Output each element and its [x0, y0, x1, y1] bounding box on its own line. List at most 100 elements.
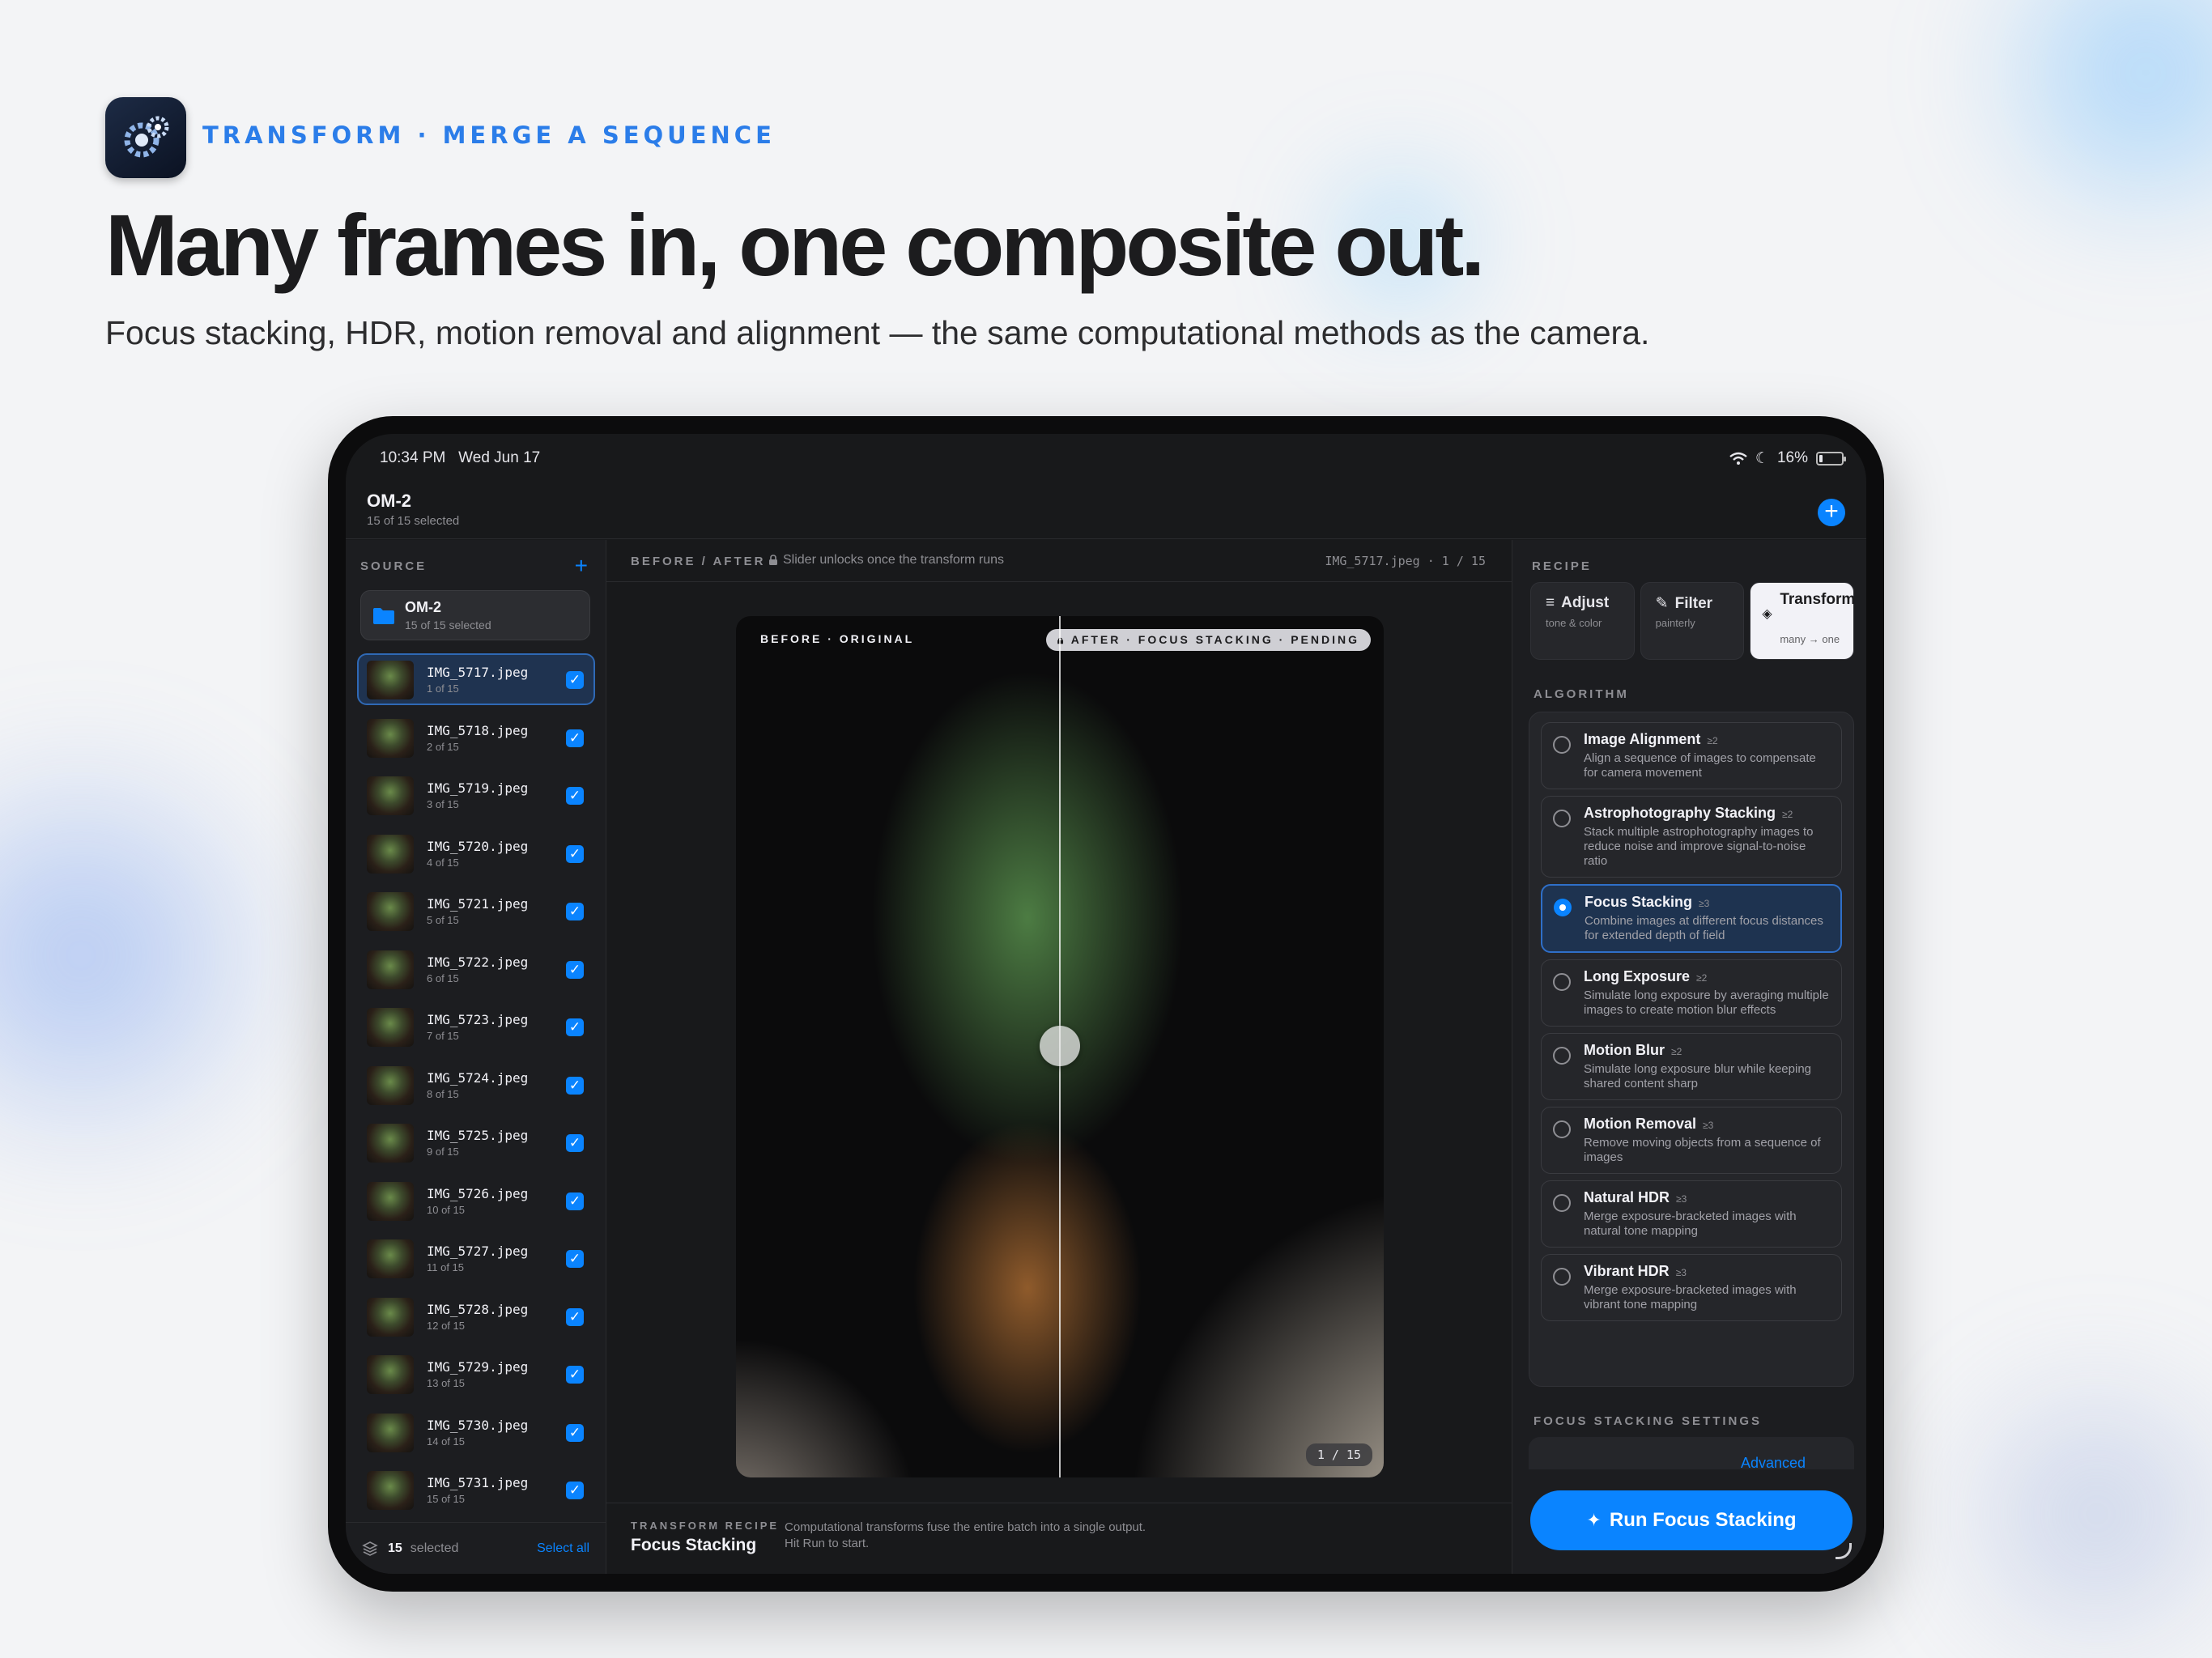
- file-checkbox[interactable]: ✓: [566, 1134, 584, 1152]
- algorithm-option[interactable]: Focus Stacking ≥3 Combine images at differ…: [1541, 884, 1842, 953]
- thumbnail: [367, 950, 414, 989]
- file-checkbox[interactable]: ✓: [566, 1366, 584, 1384]
- source-subtitle: 15 of 15 selected: [405, 619, 491, 631]
- file-position: 12 of 15: [427, 1319, 465, 1332]
- tab-filter[interactable]: ✎ Filter painterly: [1640, 582, 1745, 660]
- file-position: 8 of 15: [427, 1087, 459, 1100]
- algorithm-option[interactable]: Image Alignment ≥2 Align a sequence of ima…: [1541, 722, 1842, 789]
- slider-handle[interactable]: [1040, 1026, 1080, 1066]
- file-list-item[interactable]: IMG_5721.jpeg 5 of 15 ✓: [357, 885, 595, 937]
- add-source-button[interactable]: +: [575, 553, 588, 579]
- brush-icon: ✎: [1655, 595, 1669, 612]
- file-list-item[interactable]: IMG_5727.jpeg 11 of 15 ✓: [357, 1232, 595, 1284]
- radio-button[interactable]: [1553, 1047, 1571, 1065]
- file-name: IMG_5727.jpeg: [427, 1244, 529, 1259]
- file-list-item[interactable]: IMG_5725.jpeg 9 of 15 ✓: [357, 1116, 595, 1168]
- radio-button[interactable]: [1553, 1268, 1571, 1286]
- file-name: IMG_5730.jpeg: [427, 1417, 529, 1433]
- algorithm-list: Image Alignment ≥2 Align a sequence of ima…: [1529, 712, 1854, 1387]
- radio-button[interactable]: [1553, 973, 1571, 991]
- file-checkbox[interactable]: ✓: [566, 729, 584, 747]
- checkmark-icon: ✓: [568, 788, 581, 803]
- file-list-item[interactable]: IMG_5717.jpeg 1 of 15 ✓: [357, 653, 595, 705]
- algorithm-option[interactable]: Motion Blur ≥2 Simulate long exposure blur…: [1541, 1033, 1842, 1100]
- add-button[interactable]: +: [1818, 499, 1845, 526]
- file-checkbox[interactable]: ✓: [566, 1192, 584, 1210]
- file-list-item[interactable]: IMG_5729.jpeg 13 of 15 ✓: [357, 1348, 595, 1400]
- file-list-item[interactable]: IMG_5718.jpeg 2 of 15 ✓: [357, 712, 595, 763]
- file-checkbox[interactable]: ✓: [566, 1018, 584, 1036]
- thumbnail: [367, 1124, 414, 1163]
- algorithm-min-frames: ≥2: [1707, 735, 1718, 746]
- checkmark-icon: ✓: [568, 1482, 581, 1498]
- file-checkbox[interactable]: ✓: [566, 844, 584, 863]
- algorithm-min-frames: ≥2: [1782, 809, 1793, 820]
- radio-button[interactable]: [1553, 1120, 1571, 1138]
- file-indicator: IMG_5717.jpeg · 1 / 15: [1325, 554, 1486, 568]
- radio-button[interactable]: [1554, 899, 1572, 916]
- algorithm-option[interactable]: Long Exposure ≥2 Simulate long exposure by…: [1541, 959, 1842, 1027]
- checkmark-icon: ✓: [568, 729, 581, 746]
- file-checkbox[interactable]: ✓: [566, 1482, 584, 1499]
- file-checkbox[interactable]: ✓: [566, 903, 584, 920]
- screen: 10:34 PM Wed Jun 17 ☾ 16% OM-2 15 of 15 …: [346, 434, 1866, 1574]
- thumbnail: [367, 1471, 414, 1510]
- file-checkbox[interactable]: ✓: [566, 787, 584, 805]
- algorithm-min-frames: ≥3: [1675, 1267, 1687, 1278]
- tab-transform[interactable]: ◈ Transform many → one: [1750, 582, 1855, 660]
- algorithm-option[interactable]: Astrophotography Stacking ≥2 Stack multipl…: [1541, 796, 1842, 878]
- file-name: IMG_5719.jpeg: [427, 780, 529, 796]
- radio-button[interactable]: [1553, 810, 1571, 827]
- source-card[interactable]: OM-2 15 of 15 selected: [360, 590, 590, 640]
- run-button[interactable]: ✦ Run Focus Stacking: [1530, 1490, 1853, 1550]
- thumbnail: [367, 1413, 414, 1452]
- file-list-item[interactable]: IMG_5731.jpeg 15 of 15 ✓: [357, 1464, 595, 1516]
- file-list-item[interactable]: IMG_5730.jpeg 14 of 15 ✓: [357, 1406, 595, 1458]
- file-name: IMG_5729.jpeg: [427, 1359, 529, 1375]
- file-list-item[interactable]: IMG_5719.jpeg 3 of 15 ✓: [357, 769, 595, 821]
- thumbnail: [367, 1008, 414, 1047]
- file-checkbox[interactable]: ✓: [566, 960, 584, 979]
- file-name: IMG_5723.jpeg: [427, 1012, 529, 1027]
- status-right: ☾ 16%: [1729, 449, 1846, 468]
- file-list-item[interactable]: IMG_5724.jpeg 8 of 15 ✓: [357, 1059, 595, 1111]
- algorithm-description: Merge exposure-bracketed images with nat…: [1584, 1209, 1797, 1238]
- checkmark-icon: ✓: [568, 672, 581, 687]
- file-position: 9 of 15: [427, 1146, 459, 1158]
- algorithm-option[interactable]: Natural HDR ≥3 Merge exposure-bracketed im…: [1541, 1180, 1842, 1248]
- before-label: BEFORE · ORIGINAL: [760, 632, 915, 645]
- algorithm-description: Simulate long exposure by averaging mult…: [1584, 988, 1829, 1017]
- algorithm-name: Focus Stacking: [1585, 894, 1693, 910]
- advanced-link[interactable]: Advanced: [1741, 1455, 1806, 1469]
- radio-button[interactable]: [1553, 1194, 1571, 1212]
- file-checkbox[interactable]: ✓: [566, 1423, 584, 1442]
- file-list: IMG_5717.jpeg 1 of 15 ✓ IMG_5718.jpeg 2 of 1…: [357, 653, 595, 1522]
- tab-adjust[interactable]: ≡ Adjust tone & color: [1530, 582, 1635, 660]
- file-checkbox[interactable]: ✓: [566, 1307, 584, 1326]
- nav-subtitle: 15 of 15 selected: [367, 514, 460, 528]
- recipe-section-label: RECIPE: [1532, 559, 1592, 573]
- source-name: OM-2: [405, 599, 441, 615]
- file-checkbox[interactable]: ✓: [566, 1076, 584, 1095]
- recipe-description: Computational transforms fuse the entire…: [785, 1520, 1146, 1550]
- file-position: 4 of 15: [427, 856, 459, 869]
- app-icon: [105, 97, 186, 178]
- headline: Many frames in, one composite out.: [105, 196, 1485, 294]
- algorithm-name: Image Alignment: [1584, 731, 1701, 747]
- select-all-button[interactable]: Select all: [537, 1541, 589, 1556]
- file-list-item[interactable]: IMG_5726.jpeg 10 of 15 ✓: [357, 1175, 595, 1226]
- file-name: IMG_5722.jpeg: [427, 954, 529, 970]
- radio-button[interactable]: [1553, 736, 1571, 754]
- algorithm-description: Combine images at different focus distan…: [1585, 914, 1823, 942]
- file-checkbox[interactable]: ✓: [566, 1250, 584, 1268]
- algorithm-option[interactable]: Vibrant HDR ≥3 Merge exposure-bracketed im…: [1541, 1254, 1842, 1321]
- before-after-viewer[interactable]: BEFORE · ORIGINAL 🔒︎ AFTER · FOCUS STACK…: [736, 616, 1384, 1477]
- folder-icon: [373, 608, 394, 624]
- file-list-item[interactable]: IMG_5723.jpeg 7 of 15 ✓: [357, 1001, 595, 1052]
- wifi-icon: [1729, 452, 1747, 465]
- file-list-item[interactable]: IMG_5722.jpeg 6 of 15 ✓: [357, 943, 595, 995]
- file-checkbox[interactable]: ✓: [566, 671, 584, 689]
- file-list-item[interactable]: IMG_5720.jpeg 4 of 15 ✓: [357, 827, 595, 879]
- algorithm-option[interactable]: Motion Removal ≥3 Remove moving objects fr…: [1541, 1107, 1842, 1174]
- file-list-item[interactable]: IMG_5728.jpeg 12 of 15 ✓: [357, 1290, 595, 1342]
